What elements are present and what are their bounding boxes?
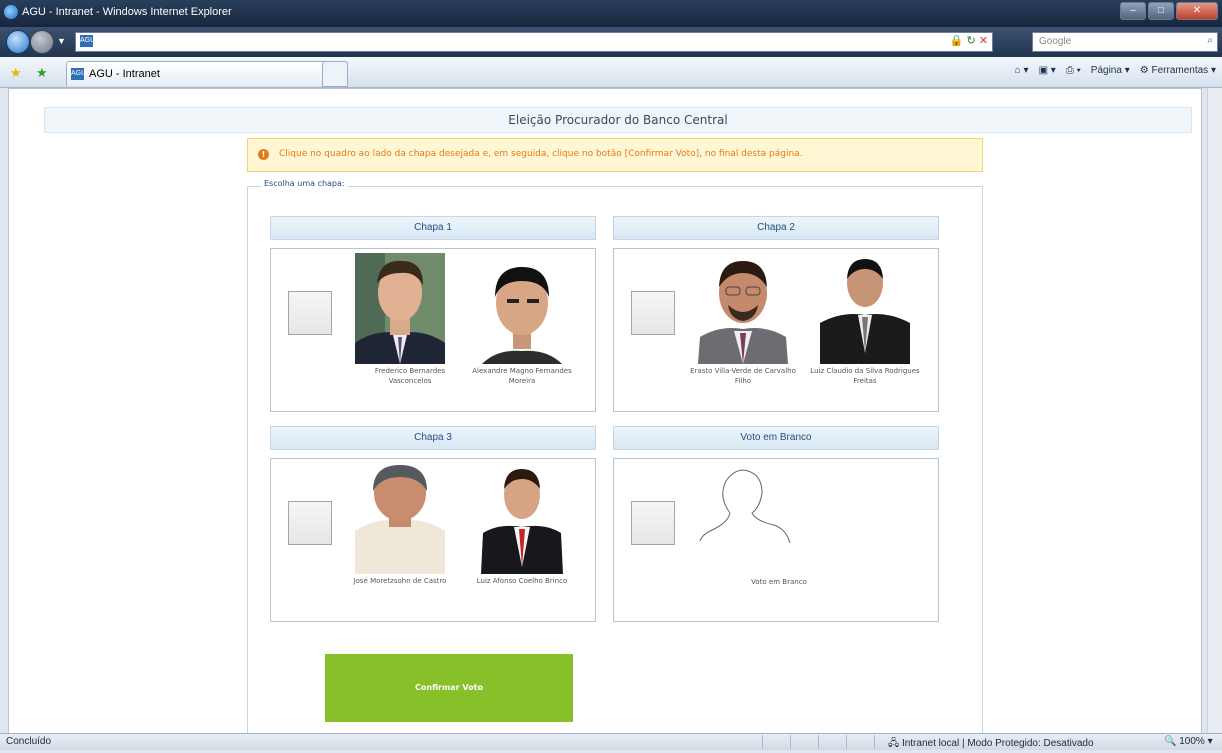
search-placeholder: Google (1039, 36, 1072, 47)
favorites-star-icon[interactable]: ★ (10, 65, 22, 81)
blank-vote-label: Voto em Branco (751, 578, 807, 586)
back-button[interactable] (6, 30, 30, 54)
window-titlebar: AGU - Intranet - Windows Internet Explor… (0, 0, 1222, 27)
home-icon[interactable]: ⌂ ▾ (1015, 65, 1029, 76)
history-dropdown-icon[interactable]: ▼ (57, 36, 66, 46)
site-favicon-icon: AGU (80, 35, 95, 47)
feeds-icon[interactable]: ▣ ▾ (1039, 65, 1056, 76)
slate-1-header: Chapa 1 (270, 216, 596, 240)
ie-logo-icon (4, 5, 18, 19)
zoom-level[interactable]: 🔍 100% ▾ (1164, 736, 1213, 747)
candidate-photo (355, 253, 445, 364)
print-icon[interactable]: ⎙ ▾ (1066, 65, 1081, 76)
blank-vote-box: Voto em Branco (613, 458, 939, 622)
slate-2-box: Erasto Villa-Verde de Carvalho Filho Lui… (613, 248, 939, 412)
slate-3-checkbox[interactable] (288, 501, 332, 545)
lock-icon[interactable]: 🔒 (950, 35, 964, 47)
slate-3-header: Chapa 3 (270, 426, 596, 450)
url-field[interactable]: AGU 🔒 ↻ ✕ (75, 32, 993, 52)
candidate-name: José Moretzsohn de Castro (353, 577, 447, 585)
status-bar: Concluído 🖧 Intranet local | Modo Proteg… (0, 733, 1222, 750)
maximize-button[interactable]: □ (1148, 2, 1174, 20)
candidate-photo (477, 463, 567, 574)
tools-menu[interactable]: ⚙ Ferramentas ▾ (1140, 65, 1216, 76)
address-bar: ▼ AGU 🔒 ↻ ✕ Google ⌕ (0, 27, 1222, 57)
window-controls: – □ ✕ (1120, 2, 1218, 20)
blank-vote-checkbox[interactable] (631, 501, 675, 545)
tab-agu-intranet[interactable]: AGU AGU - Intranet (66, 61, 348, 86)
fieldset-legend: Escolha uma chapa: (261, 179, 348, 188)
page-menu[interactable]: Página ▾ (1091, 65, 1130, 76)
candidate-name: Alexandre Magno Fernandes Moreira (472, 367, 572, 385)
blank-vote-header: Voto em Branco (613, 426, 939, 450)
alert-icon: ! (258, 149, 269, 160)
favorites-bar: ★ ★ AGU AGU - Intranet ⌂ ▾ ▣ ▾ ⎙ ▾ Págin… (0, 57, 1222, 88)
alert-text: Clique no quadro ao lado da chapa deseja… (279, 149, 803, 159)
window-title: AGU - Intranet - Windows Internet Explor… (22, 6, 232, 18)
candidate-photo (477, 253, 567, 364)
page-content: Eleição Procurador do Banco Central ! Cl… (8, 88, 1202, 735)
candidate-name: Erasto Villa-Verde de Carvalho Filho (690, 367, 796, 385)
page-title: Eleição Procurador do Banco Central (44, 107, 1192, 133)
slate-2-header: Chapa 2 (613, 216, 939, 240)
tab-title: AGU - Intranet (89, 68, 160, 80)
minimize-button[interactable]: – (1120, 2, 1146, 20)
new-tab-button[interactable] (322, 61, 348, 87)
address-actions: 🔒 ↻ ✕ (950, 34, 988, 47)
status-text: Concluído (6, 736, 52, 747)
tab-favicon-icon: AGU (71, 68, 86, 80)
stop-icon[interactable]: ✕ (979, 35, 988, 47)
search-icon[interactable]: ⌕ (1207, 35, 1213, 46)
slate-1-checkbox[interactable] (288, 291, 332, 335)
candidate-photo (820, 253, 910, 364)
refresh-icon[interactable]: ↻ (967, 35, 976, 47)
candidate-name: Luiz Claudio da Silva Rodrigues Freitas (810, 367, 920, 385)
security-zone[interactable]: 🖧 Intranet local | Modo Protegido: Desat… (888, 736, 1094, 753)
slate-2-checkbox[interactable] (631, 291, 675, 335)
confirm-vote-button[interactable]: Confirmar Voto (325, 654, 573, 722)
silhouette-icon (699, 469, 791, 544)
slate-1-box: Frederico Bernardes Vasconcelos Alexandr… (270, 248, 596, 412)
instruction-alert: ! Clique no quadro ao lado da chapa dese… (247, 138, 983, 172)
candidate-name: Luiz Afonso Coelho Brinco (476, 577, 568, 585)
command-bar: ⌂ ▾ ▣ ▾ ⎙ ▾ Página ▾ ⚙ Ferramentas ▾ (1015, 65, 1216, 76)
search-input[interactable]: Google ⌕ (1032, 32, 1218, 52)
forward-button[interactable] (30, 30, 54, 54)
add-favorites-icon[interactable]: ★ (36, 65, 48, 81)
close-button[interactable]: ✕ (1176, 2, 1218, 20)
candidate-name: Frederico Bernardes Vasconcelos (374, 367, 446, 385)
candidate-photo (355, 463, 445, 574)
vertical-scrollbar[interactable] (1207, 88, 1222, 733)
candidate-photo (698, 253, 788, 364)
slate-3-box: José Moretzsohn de Castro Luiz Afonso Co… (270, 458, 596, 622)
